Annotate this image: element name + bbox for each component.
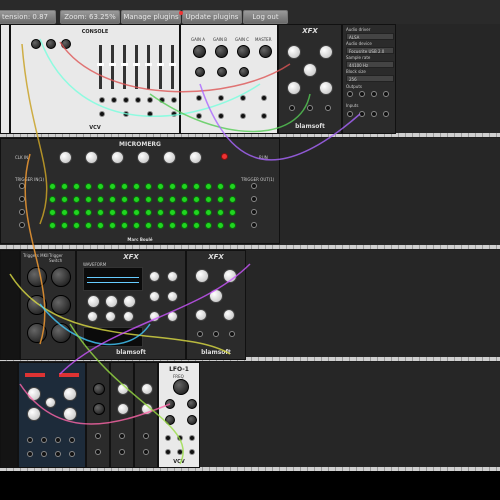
cable[interactable] (9, 273, 231, 355)
patch-cables (9, 38, 361, 465)
cable-tension-slider[interactable]: tension: 0.87 (0, 10, 56, 24)
zoom-slider[interactable]: Zoom: 63.25% (60, 10, 120, 24)
cable[interactable] (59, 41, 291, 93)
cable[interactable] (19, 383, 171, 425)
log-out-button[interactable]: Log out (243, 10, 288, 24)
cable[interactable] (39, 38, 261, 118)
update-plugins-button[interactable]: Update plugins (182, 10, 242, 24)
manage-plugins-button[interactable]: Manage plugins (121, 10, 181, 24)
toolbar: tension: 0.87 Zoom: 63.25% Manage plugin… (0, 0, 500, 25)
update-notification-dot (179, 11, 183, 15)
cable[interactable] (39, 303, 151, 346)
cable[interactable] (199, 83, 361, 161)
cable[interactable] (69, 323, 184, 465)
cable[interactable] (24, 153, 46, 345)
cable[interactable] (59, 263, 251, 375)
